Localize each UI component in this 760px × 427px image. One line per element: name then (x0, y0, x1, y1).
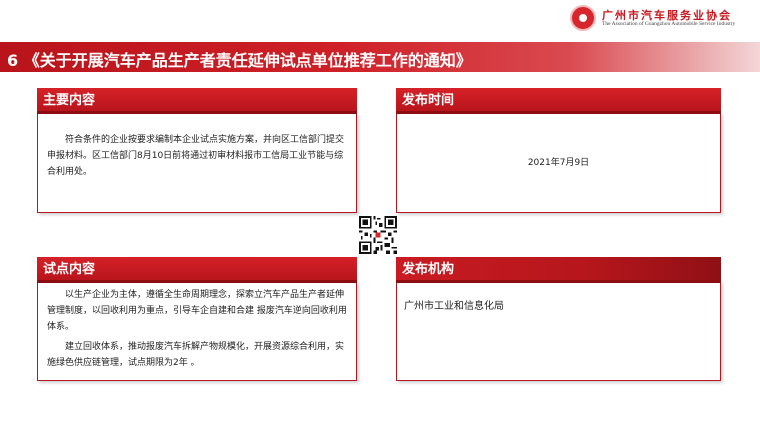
main-content-heading: 主要内容 (37, 88, 357, 114)
pilot-content-heading: 试点内容 (37, 257, 357, 283)
association-logo-icon (570, 5, 596, 31)
pilot-content-paragraph-1: 以生产企业为主体，遵循全生命周期理念，探索立汽车产品生产者延伸管理制度，以回收利… (47, 290, 347, 332)
publish-time-heading: 发布时间 (396, 88, 721, 114)
publisher-value: 广州市工业和信息化局 (404, 301, 504, 312)
publisher-panel (396, 281, 721, 381)
publish-time-value: 2021年7月9日 (527, 158, 590, 168)
page-title: 6 《关于开展汽车产品生产者责任延伸试点单位推荐工作的通知》 (7, 51, 472, 70)
pilot-content-text: 以生产企业为主体，遵循全生命周期理念，探索立汽车产品生产者延伸管理制度，以回收利… (47, 287, 351, 371)
pilot-content-paragraph-2: 建立回收体系，推动报废汽车拆解产物规模化，开展资源综合利用，实施绿色供应链管理，… (47, 342, 345, 368)
main-content-paragraph: 符合条件的企业按要求编制本企业试点实施方案，并向区工信部门提交申报材料。区工信部… (47, 135, 345, 177)
qr-code-icon (359, 216, 397, 254)
publisher-heading: 发布机构 (396, 257, 721, 283)
org-name-en: The Association of Guangzhou Automobile … (602, 21, 736, 27)
main-content-text: 符合条件的企业按要求编制本企业试点实施方案，并向区工信部门提交申报材料。区工信部… (47, 132, 351, 180)
